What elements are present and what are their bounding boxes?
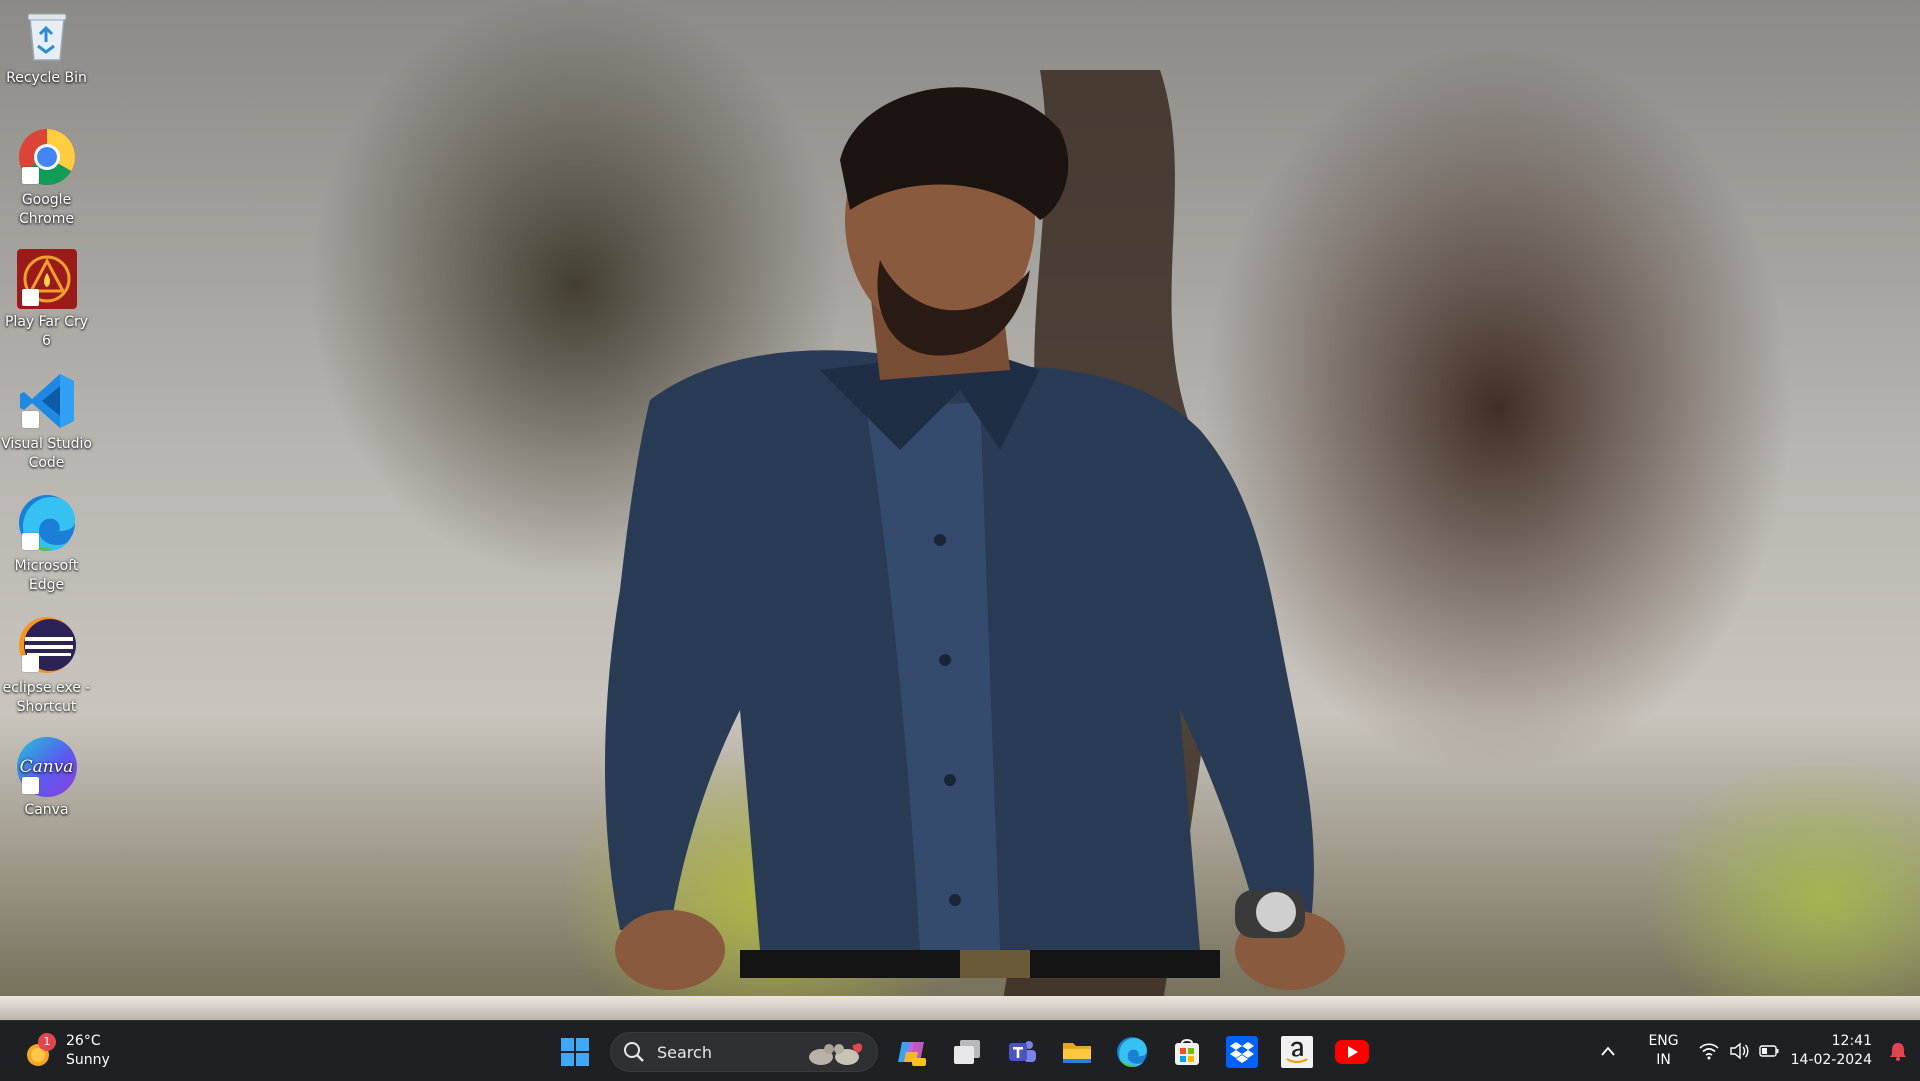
desktop-icon-google-chrome[interactable]: Google Chrome: [0, 126, 93, 229]
windows-start-icon: [560, 1038, 589, 1066]
start-button[interactable]: [549, 1031, 600, 1073]
bell-icon: [1890, 1043, 1906, 1061]
taskbar-task-view[interactable]: [941, 1031, 992, 1073]
taskbar-edge[interactable]: [1106, 1031, 1157, 1073]
desktop-icon-microsoft-edge[interactable]: Microsoft Edge: [0, 492, 93, 595]
edge-icon: [1116, 1037, 1147, 1067]
search-highlight-birds-icon: [809, 1043, 863, 1065]
desktop-icon-label: Play Far Cry 6: [4, 314, 88, 349]
volume-icon: [1729, 1042, 1749, 1060]
desktop: Recycle Bin Google Chrome Play Far Cry 6…: [0, 0, 1920, 1020]
taskbar-youtube[interactable]: [1326, 1031, 1377, 1073]
wallpaper-photo: [605, 70, 1345, 1020]
chevron-up-icon: [1601, 1046, 1616, 1056]
clock-time: 12:41: [1831, 1033, 1872, 1049]
store-icon: [1174, 1039, 1199, 1065]
shortcut-arrow-icon: [21, 777, 39, 794]
clock-date: 14-02-2024: [1790, 1052, 1872, 1068]
desktop-icon-visual-studio-code[interactable]: Visual Studio Code: [0, 370, 93, 473]
taskbar-file-explorer[interactable]: [1051, 1031, 1102, 1073]
search-icon: [624, 1042, 644, 1062]
system-tray: ENG IN 12:41 14-02-2024: [1592, 1021, 1920, 1081]
weather-temperature: 26°C: [66, 1033, 101, 1049]
wall-ledge: [0, 996, 1920, 1020]
notifications-button[interactable]: [1884, 1031, 1912, 1071]
weather-condition: Sunny: [66, 1052, 110, 1068]
taskbar-center: Search: [549, 1031, 1381, 1073]
show-hidden-icons-button[interactable]: [1592, 1031, 1624, 1071]
edge-icon: [16, 492, 78, 554]
shortcut-arrow-icon: [21, 167, 39, 184]
sun-icon: 1: [22, 1033, 58, 1069]
desktop-icon-label: Microsoft Edge: [14, 558, 79, 593]
shortcut-arrow-icon: [21, 289, 39, 306]
clock[interactable]: 12:41 14-02-2024: [1791, 1032, 1872, 1070]
desktop-icon-recycle-bin[interactable]: Recycle Bin: [0, 4, 93, 88]
notification-badge: 1: [38, 1033, 56, 1051]
wifi-icon: [1699, 1043, 1719, 1060]
recycle-bin-icon: [16, 4, 78, 66]
search-box[interactable]: Search: [610, 1032, 878, 1072]
language-indicator[interactable]: ENG IN: [1648, 1032, 1678, 1070]
teams-icon: [1008, 1041, 1036, 1062]
amazon-icon: [1280, 1036, 1313, 1068]
battery-icon: [1758, 1045, 1779, 1057]
canva-logo-text: Canva: [19, 756, 74, 777]
taskbar: 1 26°C Sunny Search ENG IN 12:41 14-02-2…: [0, 1020, 1920, 1081]
search-label: Search: [657, 1042, 712, 1062]
taskbar-copilot[interactable]: [886, 1031, 937, 1073]
desktop-icon-canva[interactable]: Canva Canva: [0, 736, 93, 820]
desktop-icon-label: Recycle Bin: [6, 70, 87, 86]
task-view-icon: [953, 1040, 980, 1064]
desktop-icon-eclipse[interactable]: eclipse.exe - Shortcut: [0, 614, 93, 717]
eclipse-icon: [16, 614, 78, 676]
shortcut-arrow-icon: [21, 655, 39, 672]
folder-icon: [1062, 1043, 1091, 1063]
copilot-icon: [897, 1042, 926, 1066]
far-cry-6-icon: [16, 248, 78, 310]
canva-icon: Canva: [16, 736, 78, 798]
chrome-icon: [16, 126, 78, 188]
language-code: ENG: [1648, 1033, 1679, 1049]
shortcut-arrow-icon: [21, 533, 39, 550]
vscode-icon: [16, 370, 78, 432]
taskbar-microsoft-store[interactable]: [1161, 1031, 1212, 1073]
youtube-icon: [1334, 1040, 1369, 1064]
taskbar-teams[interactable]: [996, 1031, 1047, 1073]
taskbar-amazon[interactable]: [1271, 1031, 1322, 1073]
desktop-icon-label: Visual Studio Code: [1, 436, 92, 471]
region-code: IN: [1656, 1052, 1671, 1068]
dropbox-icon: [1225, 1036, 1258, 1068]
shortcut-arrow-icon: [21, 411, 39, 428]
desktop-icon-label: Google Chrome: [19, 192, 74, 227]
weather-widget[interactable]: 1 26°C Sunny: [22, 1030, 110, 1072]
desktop-icon-far-cry-6[interactable]: Play Far Cry 6: [0, 248, 93, 351]
taskbar-dropbox[interactable]: [1216, 1031, 1267, 1073]
desktop-icon-label: Canva: [24, 802, 69, 818]
quick-settings-button[interactable]: [1699, 1042, 1779, 1060]
desktop-icon-label: eclipse.exe - Shortcut: [2, 680, 91, 715]
